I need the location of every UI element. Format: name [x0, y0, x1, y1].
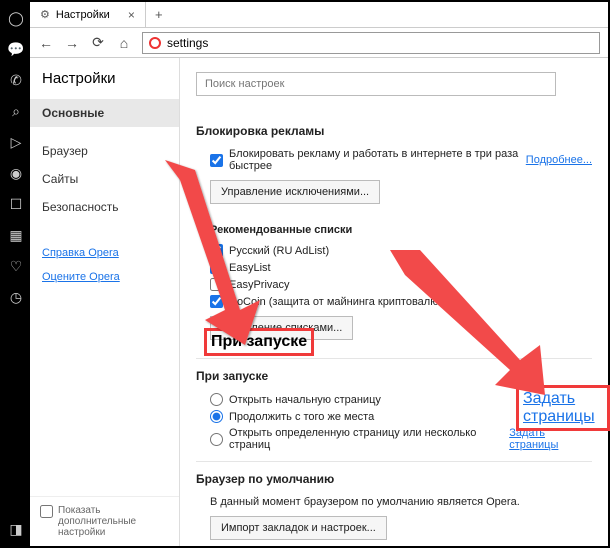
settings-main: Блокировка рекламы Блокировать рекламу и…	[180, 58, 608, 546]
rec-lists-heading: Рекомендованные списки	[196, 224, 592, 236]
sidebar-heading: Настройки	[30, 70, 179, 99]
startup-heading: При запуске	[196, 369, 592, 383]
heart-icon[interactable]: ♡	[10, 258, 23, 275]
annotation-highlight-startup: При запуске	[204, 328, 314, 356]
tab-title: Настройки	[56, 9, 110, 21]
show-advanced-input[interactable]	[40, 505, 53, 518]
import-bookmarks-button[interactable]: Импорт закладок и настроек...	[210, 516, 387, 540]
history-icon[interactable]: ◷	[10, 289, 22, 306]
speeddial-icon[interactable]: ▦	[9, 227, 22, 244]
list-easyprivacy-checkbox[interactable]	[210, 278, 223, 291]
list-nocoin-checkbox[interactable]	[210, 295, 223, 308]
section-adblock: Блокировка рекламы Блокировать рекламу и…	[196, 124, 592, 350]
sidebar-link-help[interactable]: Справка Opera	[30, 241, 179, 265]
whatsapp-icon[interactable]: ✆	[10, 72, 22, 89]
forward-button[interactable]: →	[64, 35, 80, 51]
adblock-enable-checkbox[interactable]	[210, 154, 223, 167]
opera-o-icon	[149, 37, 161, 49]
show-advanced-checkbox[interactable]: Показать дополнительные настройки	[30, 496, 179, 546]
activity-bar: ◯ 💬 ✆ ⌕ ▷ ◉ ☐ ▦ ♡ ◷ ◨	[2, 2, 30, 546]
toolbar: ← → ⟳ ⌂	[30, 28, 608, 58]
section-startup: При запуске Открыть начальную страницу П…	[196, 369, 592, 453]
list-ruadlist-checkbox[interactable]	[210, 244, 223, 257]
section-default-browser: Браузер по умолчанию В данный момент бра…	[196, 472, 592, 546]
tab-settings[interactable]: ⚙ Настройки ×	[30, 2, 146, 27]
adblock-heading: Блокировка рекламы	[196, 124, 592, 138]
sidebar-item-sites[interactable]: Сайты	[30, 165, 179, 193]
list-easylist-checkbox[interactable]	[210, 261, 223, 274]
new-tab-button[interactable]: +	[146, 2, 172, 27]
sidebar-toggle-icon[interactable]: ◨	[9, 521, 22, 538]
home-button[interactable]: ⌂	[116, 35, 132, 51]
snapshot-icon[interactable]: ◉	[10, 165, 22, 182]
bookmark-icon[interactable]: ☐	[10, 196, 23, 213]
gear-icon: ⚙	[40, 8, 50, 21]
address-bar[interactable]	[142, 32, 600, 54]
back-button[interactable]: ←	[38, 35, 54, 51]
close-icon[interactable]: ×	[128, 8, 135, 22]
set-pages-link[interactable]: Задать страницы	[509, 427, 592, 451]
adblock-learn-more-link[interactable]: Подробнее...	[526, 154, 592, 166]
sidebar-item-security[interactable]: Безопасность	[30, 193, 179, 221]
opera-icon[interactable]: ◯	[8, 10, 24, 27]
search-icon[interactable]: ⌕	[12, 103, 20, 120]
play-icon[interactable]: ▷	[11, 134, 22, 151]
settings-sidebar: Настройки Основные Браузер Сайты Безопас…	[30, 58, 180, 546]
sidebar-item-browser[interactable]: Браузер	[30, 137, 179, 165]
tab-bar: ⚙ Настройки × +	[30, 2, 608, 28]
sidebar-link-rate[interactable]: Оцените Opera	[30, 265, 179, 289]
address-input[interactable]	[167, 36, 593, 50]
manage-exceptions-button[interactable]: Управление исключениями...	[210, 180, 380, 204]
search-settings-input[interactable]	[196, 72, 556, 96]
startup-continue-radio[interactable]	[210, 410, 223, 423]
startup-open-start-radio[interactable]	[210, 393, 223, 406]
startup-specific-radio[interactable]	[210, 433, 223, 446]
sidebar-item-basic[interactable]: Основные	[30, 99, 179, 127]
messenger-icon[interactable]: 💬	[7, 41, 24, 58]
reload-button[interactable]: ⟳	[90, 34, 106, 51]
default-browser-heading: Браузер по умолчанию	[196, 472, 592, 486]
